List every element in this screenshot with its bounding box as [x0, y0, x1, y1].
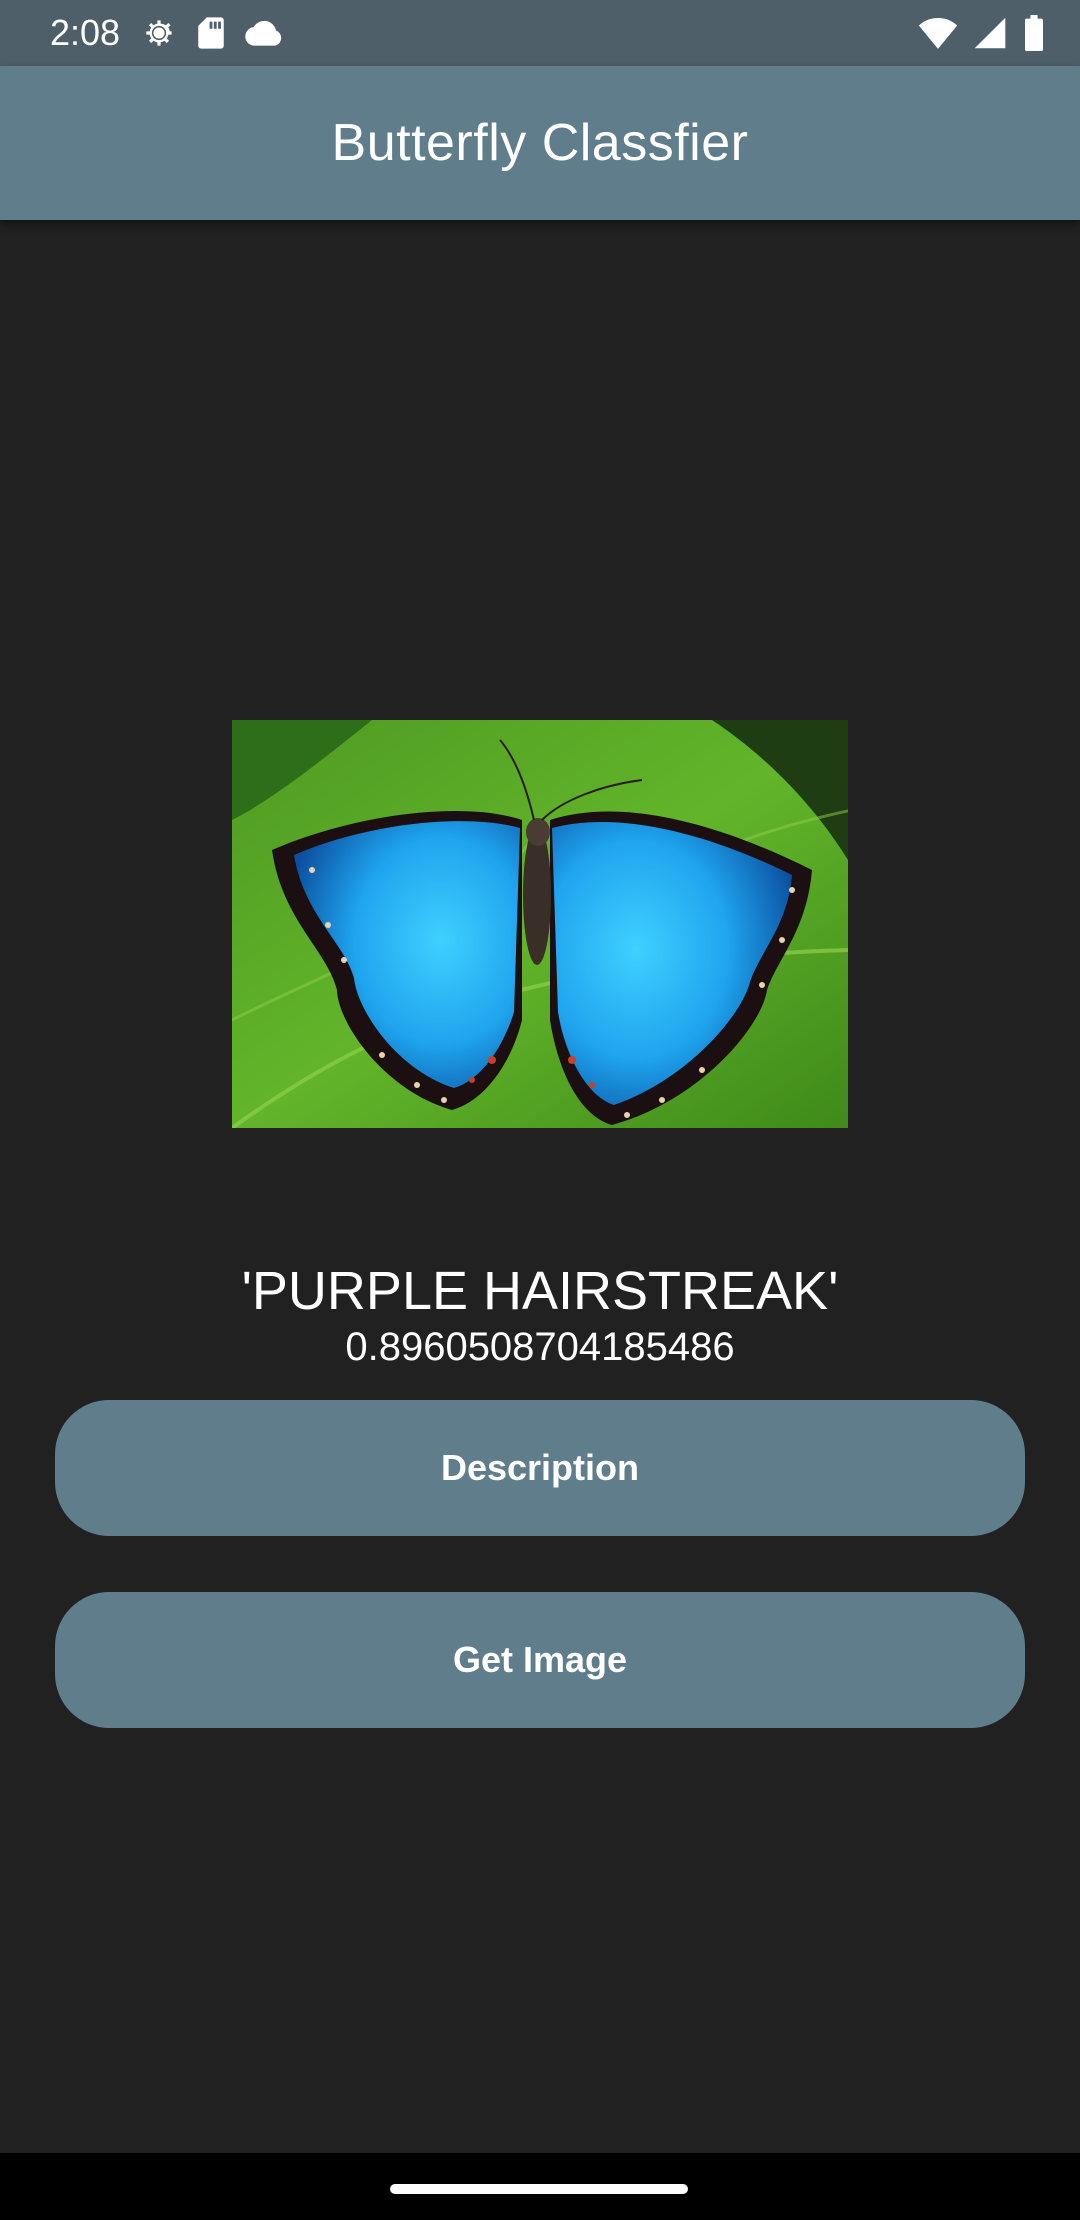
result-confidence: 0.8960508704185486	[345, 1325, 735, 1369]
get-image-button[interactable]: Get Image	[55, 1592, 1025, 1728]
status-time: 2:08	[50, 12, 121, 53]
navigation-bar	[0, 2153, 1080, 2220]
settings-gear-icon	[140, 14, 178, 52]
status-bar: 2:08	[0, 0, 1080, 66]
app-title: Butterfly Classfier	[331, 114, 749, 172]
butterfly-photo	[232, 720, 848, 1128]
home-indicator[interactable]	[390, 2184, 688, 2194]
battery-icon	[1022, 15, 1046, 51]
status-icons-right	[918, 13, 1046, 53]
cloud-icon	[244, 19, 284, 47]
result-label: 'PURPLE HAIRSTREAK'	[241, 1261, 839, 1321]
sd-card-icon	[196, 16, 226, 50]
wifi-icon	[918, 16, 958, 50]
app-bar: Butterfly Classfier	[0, 66, 1080, 220]
cellular-signal-icon	[972, 16, 1008, 50]
description-button[interactable]: Description	[55, 1400, 1025, 1536]
status-icons-left	[140, 13, 284, 53]
